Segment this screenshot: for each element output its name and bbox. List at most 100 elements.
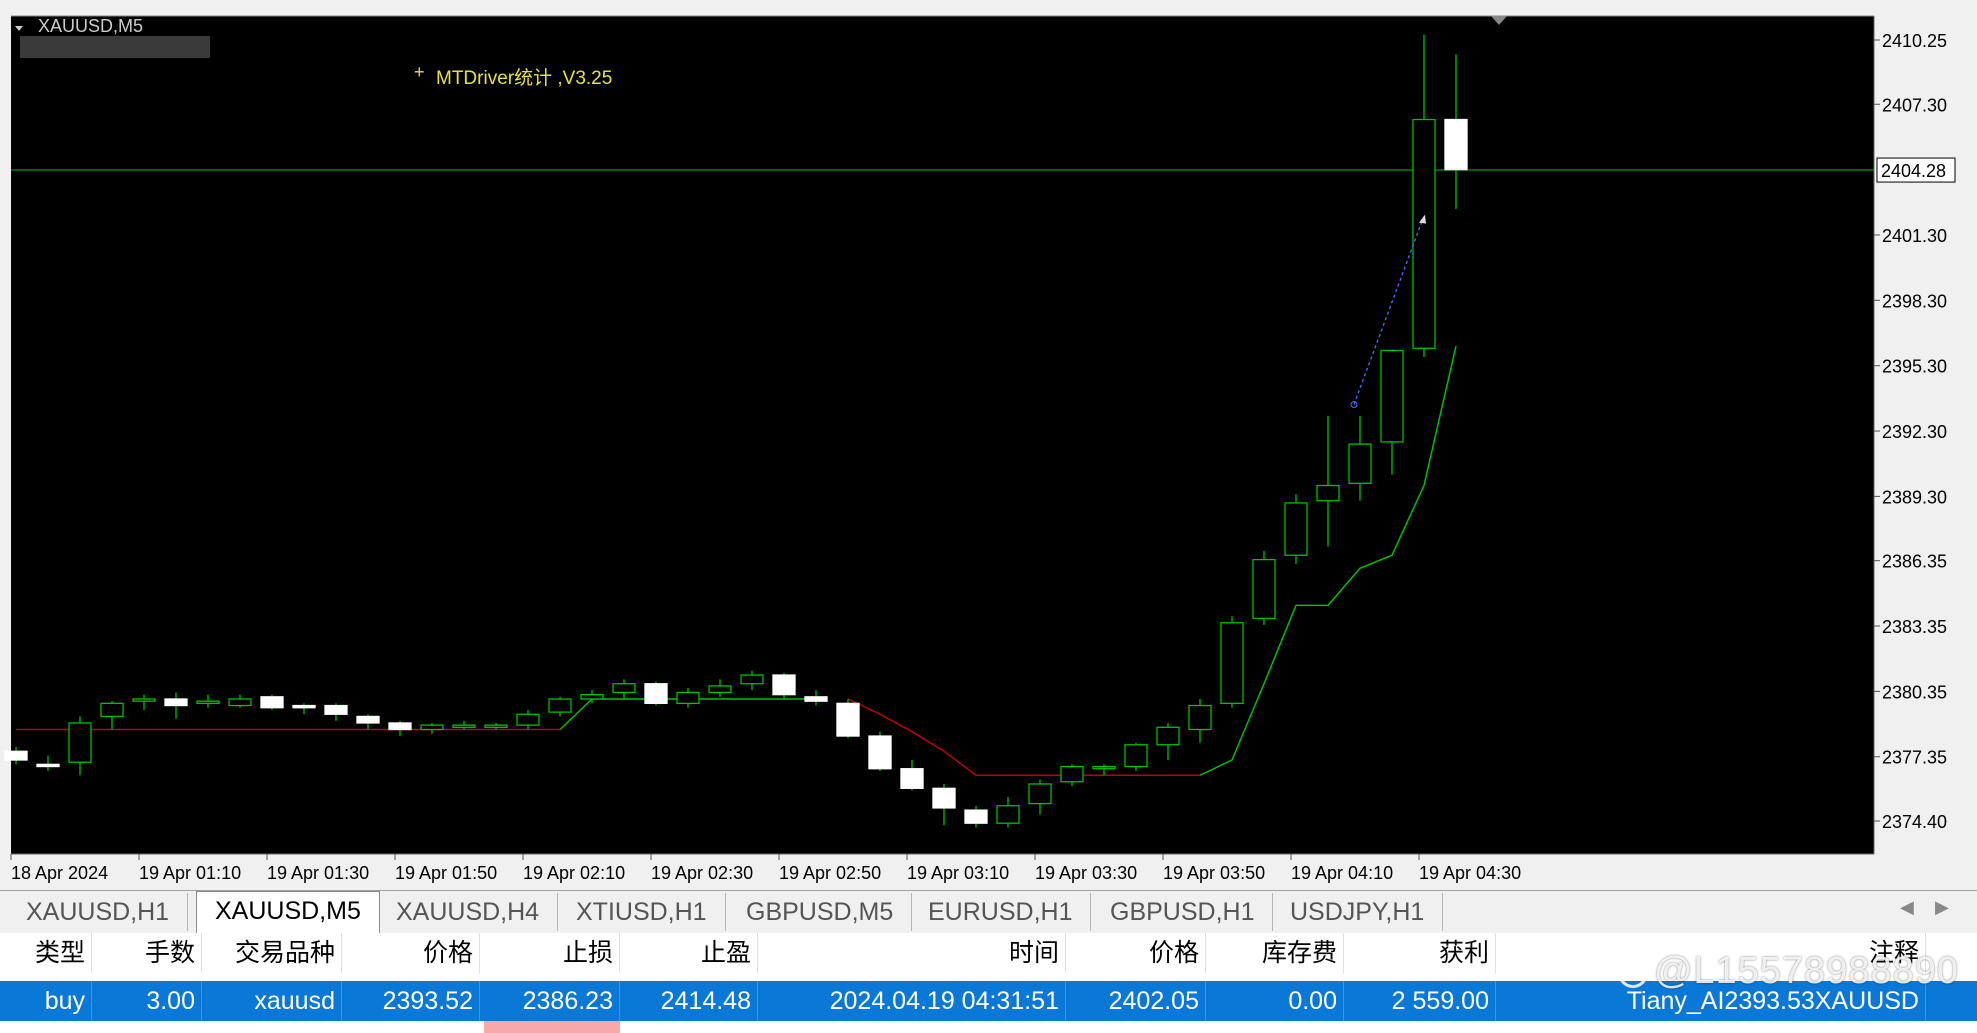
candle-body-bull (100, 702, 124, 718)
candle-body-bull (548, 698, 572, 713)
candle-body-bear (36, 763, 60, 768)
price-axis[interactable]: 2410.25 2407.30 2401.30 2398.30 2395.30 2392.… (1874, 31, 1956, 832)
price-tick-label: 2392.30 (1882, 422, 1947, 442)
table-cell: 2414.48 (620, 981, 758, 1021)
column-header[interactable]: 手数 (92, 933, 202, 973)
candle-body-bull (708, 685, 732, 694)
column-header[interactable]: 交易品种 (202, 933, 342, 973)
table-row-partial[interactable] (0, 1021, 1977, 1033)
candle-body-bull (484, 724, 508, 728)
candle (1252, 550, 1276, 625)
candle-body-bull (1188, 704, 1212, 731)
price-tick-label: 2380.35 (1882, 682, 1947, 702)
candle-body-bull (1316, 484, 1340, 502)
stop-loss-highlight (484, 1021, 620, 1033)
column-header[interactable]: 类型 (0, 933, 92, 973)
time-tick-label: 19 Apr 02:10 (523, 863, 625, 883)
candle-body-bull (1092, 765, 1116, 770)
column-header[interactable]: 止损 (480, 933, 620, 973)
candle-body-bull (1284, 502, 1308, 556)
price-tick-label: 2401.30 (1882, 226, 1947, 246)
candle-body-bear (356, 715, 380, 724)
price-tick-label: 2386.35 (1882, 552, 1947, 572)
candle-body-bear (836, 702, 860, 737)
time-tick-label: 19 Apr 03:30 (1035, 863, 1137, 883)
time-tick-label: 19 Apr 03:10 (907, 863, 1009, 883)
time-axis[interactable]: 18 Apr 2024 19 Apr 01:10 19 Apr 01:30 19 Ap… (10, 854, 1521, 883)
price-tick-label: 2383.35 (1882, 617, 1947, 637)
candle (772, 672, 796, 700)
scroll-left-icon[interactable]: ◀ (1900, 897, 1914, 918)
tab-2[interactable]: XAUUSD,H4 (378, 893, 559, 931)
table-cell: 2386.23 (480, 981, 620, 1021)
candle-body-bear (324, 704, 348, 715)
candle-body-bull (1252, 558, 1276, 620)
tab-0[interactable]: XAUUSD,H1 (8, 893, 189, 931)
time-tick-label: 19 Apr 01:50 (395, 863, 497, 883)
candle-body-bear (260, 696, 284, 709)
candle-body-bear (868, 735, 892, 770)
candle-body-bull (516, 713, 540, 726)
tab-6[interactable]: GBPUSD,H1 (1092, 893, 1274, 931)
column-header[interactable]: 时间 (758, 933, 1066, 973)
candle-body-bull (68, 722, 92, 763)
price-tick-label: 2377.35 (1882, 748, 1947, 768)
table-cell: 2402.05 (1066, 981, 1206, 1021)
candle-body-bull (228, 698, 252, 707)
time-tick-label: 19 Apr 02:50 (779, 863, 881, 883)
chart-tabs-bar: XAUUSD,H1 XAUUSD,M5 XAUUSD,H4 XTIUSD,H1 GBPU… (0, 890, 1977, 934)
candle (1220, 616, 1244, 708)
price-tick-label: 2407.30 (1882, 95, 1947, 115)
column-header[interactable]: 库存费 (1206, 933, 1344, 973)
candle-body-bull (1380, 349, 1404, 443)
table-cell: 2 559.00 (1344, 981, 1496, 1021)
candle-body-bear (964, 809, 988, 824)
time-tick-label: 19 Apr 04:10 (1291, 863, 1393, 883)
candle (260, 694, 284, 710)
candle-body-bull (676, 691, 700, 705)
watermark: @L15578988890 (1617, 950, 1959, 993)
candle-body-bull (196, 700, 220, 705)
candle-body-bull (580, 693, 604, 700)
table-cell: xauusd (202, 981, 342, 1021)
candle-body-bull (996, 805, 1020, 824)
candle-body-bear (292, 704, 316, 709)
price-chart[interactable]: XAUUSD,M5 + MTDriver统计 ,V3.25 2410.25 240… (0, 0, 1977, 890)
scroll-right-icon[interactable]: ▶ (1935, 897, 1949, 918)
candle-body-bull (1348, 443, 1372, 484)
time-tick-label: 19 Apr 02:30 (651, 863, 753, 883)
candle (1284, 494, 1308, 564)
candle (1124, 742, 1148, 771)
table-cell: 2393.52 (342, 981, 480, 1021)
candle (644, 681, 668, 706)
column-header[interactable]: 止盈 (620, 933, 758, 973)
candle-body-bear (644, 683, 668, 705)
tab-7[interactable]: USDJPY,H1 (1272, 893, 1444, 931)
current-price-label: 2404.28 (1881, 161, 1946, 181)
table-cell: 0.00 (1206, 981, 1344, 1021)
candle (836, 699, 860, 739)
price-tick-label: 2374.40 (1882, 812, 1947, 832)
tab-5[interactable]: EURUSD,H1 (910, 893, 1092, 931)
time-tick-label: 19 Apr 01:30 (267, 863, 369, 883)
table-cell: buy (0, 981, 92, 1021)
candle (868, 731, 892, 771)
candle-body-bull (1220, 622, 1244, 705)
chart-plot-area[interactable] (11, 16, 1874, 854)
watermark-text: @L15578988890 (1653, 950, 1959, 992)
column-header[interactable]: 价格 (342, 933, 480, 973)
plus-icon: + (414, 62, 425, 82)
price-tick-label: 2389.30 (1882, 487, 1947, 507)
candle-body-bull (452, 724, 476, 728)
candle-body-bear (164, 698, 188, 707)
column-header[interactable]: 获利 (1344, 933, 1496, 973)
chart-window[interactable]: XAUUSD,M5 + MTDriver统计 ,V3.25 2410.25 240… (0, 0, 1977, 890)
tab-3[interactable]: XTIUSD,H1 (558, 893, 726, 931)
tab-1[interactable]: XAUUSD,M5 (196, 891, 380, 933)
candle-body-bull (420, 724, 444, 731)
tab-4[interactable]: GBPUSD,M5 (728, 893, 913, 931)
candle-body-bull (740, 674, 764, 685)
column-header[interactable]: 价格 (1066, 933, 1206, 973)
time-tick-label: 19 Apr 03:50 (1163, 863, 1265, 883)
table-cell: 3.00 (92, 981, 202, 1021)
